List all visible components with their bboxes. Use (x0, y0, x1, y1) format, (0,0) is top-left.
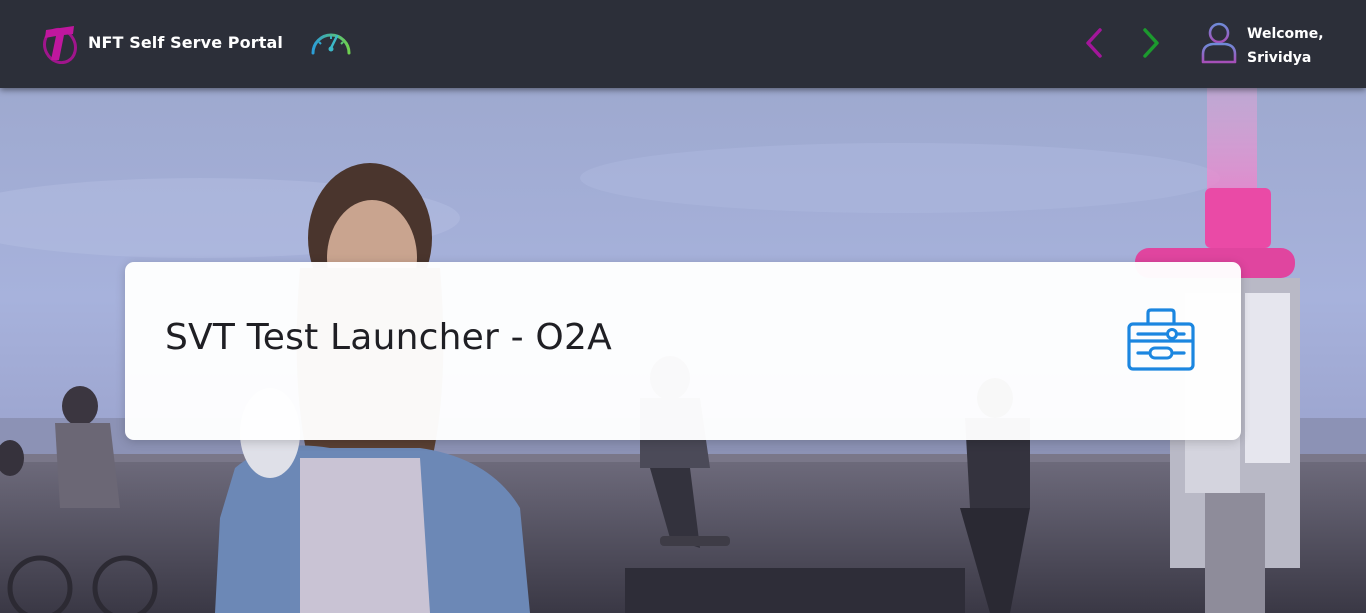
chevron-right-icon[interactable] (1137, 26, 1165, 60)
telstra-logo-icon[interactable] (40, 22, 80, 64)
speedometer-icon[interactable] (309, 26, 353, 60)
welcome-text: Welcome, Srividya (1247, 22, 1324, 70)
svt-test-launcher-card[interactable]: SVT Test Launcher - O2A (125, 262, 1241, 440)
toolkit-icon (1127, 308, 1195, 371)
welcome-greeting: Welcome, (1247, 26, 1324, 42)
top-header: NFT Self Serve Portal Welcome, Srividya (0, 0, 1366, 88)
user-name: Srividya (1247, 50, 1312, 66)
card-title: SVT Test Launcher - O2A (165, 317, 612, 358)
portal-title: NFT Self Serve Portal (88, 33, 283, 52)
user-icon[interactable] (1199, 21, 1239, 65)
chevron-left-icon[interactable] (1080, 26, 1108, 60)
